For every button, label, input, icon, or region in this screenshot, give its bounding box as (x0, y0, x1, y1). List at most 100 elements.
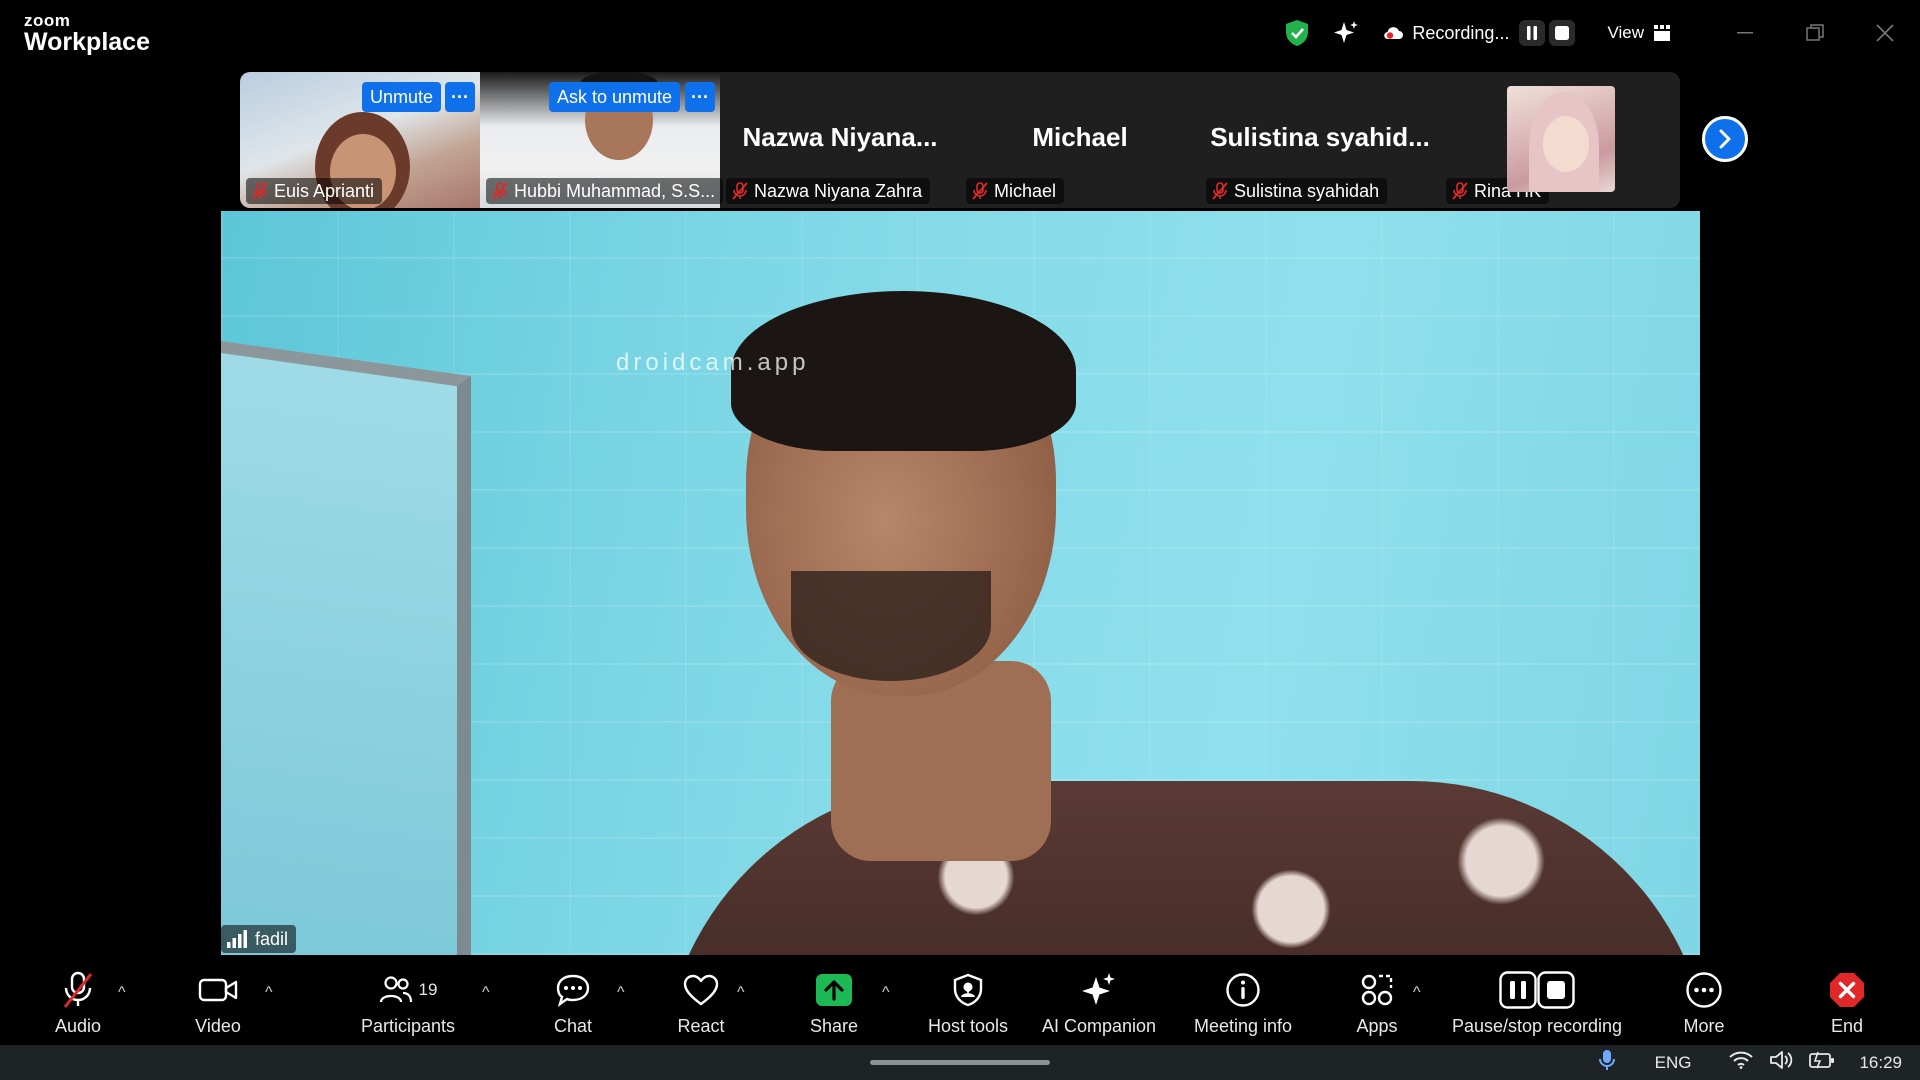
meeting-controls-toolbar: Audio ^ Video ^ 19 Participants ^ Chat ^… (0, 956, 1920, 1045)
minimize-icon (1737, 32, 1753, 34)
stop-icon (1555, 26, 1570, 40)
zoom-workplace-logo: zoom Workplace (24, 12, 150, 55)
muted-microphone-icon (63, 971, 93, 1008)
participants-label: Participants (360, 1016, 456, 1036)
stop-recording-button[interactable] (1549, 20, 1576, 46)
minimize-window-button[interactable] (1710, 0, 1780, 66)
next-page-button[interactable] (1702, 116, 1748, 162)
meeting-info-label: Meeting info (1193, 1016, 1293, 1036)
participant-name: Hubbi Muhammad, S.S... (514, 180, 716, 201)
active-speaker-video[interactable]: droidcam.app fadil (221, 211, 1700, 955)
muted-mic-icon (972, 182, 988, 200)
participant-name-tag: Hubbi Muhammad, S.S... (486, 178, 724, 204)
chat-label: Chat (553, 1016, 593, 1036)
ai-companion-sparkle-icon (1082, 973, 1115, 1005)
share-options-caret-icon[interactable]: ^ (882, 984, 890, 1002)
photo-face (1543, 116, 1589, 172)
participant-name: Sulistina syahidah (1234, 180, 1380, 201)
volume-icon[interactable] (1769, 1050, 1793, 1075)
tile-more-button[interactable]: ··· (445, 82, 475, 112)
more-button[interactable]: More (1680, 956, 1728, 1045)
view-button[interactable]: View (1607, 23, 1670, 43)
chat-button[interactable]: Chat (550, 956, 596, 1045)
view-label: View (1607, 23, 1644, 42)
logo-brand-large: Workplace (24, 28, 150, 56)
speaker-name-tag: fadil (221, 925, 297, 953)
ask-to-unmute-button[interactable]: Ask to unmute (549, 82, 681, 112)
input-language-indicator[interactable]: ENG (1655, 1053, 1692, 1073)
pause-stop-recording-label: Pause/stop recording (1451, 1016, 1623, 1036)
video-options-caret-icon[interactable]: ^ (265, 984, 273, 1002)
tile-more-button[interactable]: ··· (685, 82, 715, 112)
participant-tile[interactable]: Sulistina syahid... Sulistina syahidah (1200, 72, 1440, 208)
end-label: End (1830, 1016, 1864, 1036)
encryption-shield-icon[interactable] (1284, 19, 1310, 47)
apps-label: Apps (1356, 1016, 1398, 1036)
pause-stop-recording-button[interactable]: Pause/stop recording (1448, 956, 1626, 1045)
ai-sparkle-icon[interactable] (1332, 19, 1360, 47)
cloud-recording-icon (1382, 25, 1404, 41)
react-button[interactable]: React (675, 956, 727, 1045)
participant-tile[interactable]: Nazwa Niyana... Nazwa Niyana Zahra (720, 72, 960, 208)
share-button[interactable]: Share (806, 956, 862, 1045)
host-shield-icon (953, 973, 983, 1007)
participants-count: 19 (418, 980, 438, 999)
apps-options-caret-icon[interactable]: ^ (1413, 984, 1421, 1002)
heart-icon (683, 974, 719, 1006)
participant-name-tag: Nazwa Niyana Zahra (726, 178, 931, 204)
signal-strength-icon (227, 930, 247, 948)
pause-stop-recording-icon (1499, 971, 1575, 1009)
participant-name-tag: Euis Aprianti (246, 178, 383, 204)
participant-tile[interactable]: Michael Michael (960, 72, 1200, 208)
system-tray: ENG 16:29 (1598, 1045, 1902, 1080)
audio-options-caret-icon[interactable]: ^ (118, 984, 126, 1002)
video-label: Video (195, 1016, 241, 1036)
restore-window-button[interactable] (1780, 0, 1850, 66)
muted-mic-icon (492, 182, 508, 200)
participants-button[interactable]: 19 Participants (356, 956, 460, 1045)
participant-display-name: Sulistina syahid... (1210, 122, 1430, 152)
info-icon (1226, 973, 1260, 1007)
participant-name: Euis Aprianti (274, 180, 375, 201)
video-door (221, 341, 471, 955)
react-options-caret-icon[interactable]: ^ (737, 984, 745, 1002)
apps-button[interactable]: Apps (1352, 956, 1402, 1045)
participant-name: Nazwa Niyana Zahra (754, 180, 923, 201)
more-ellipsis-icon (1686, 972, 1722, 1008)
participant-tile[interactable]: Ask to unmute ··· Hubbi Muhammad, S.S... (480, 72, 724, 208)
audio-label: Audio (54, 1016, 102, 1036)
close-window-button[interactable] (1850, 0, 1920, 66)
video-camera-icon (198, 978, 238, 1002)
speaker-beard (791, 571, 991, 681)
more-label: More (1683, 1016, 1725, 1036)
share-screen-icon (816, 974, 852, 1006)
battery-charging-icon[interactable] (1809, 1051, 1835, 1074)
microphone-in-use-icon[interactable] (1598, 1049, 1615, 1076)
muted-mic-icon (252, 182, 268, 200)
clock[interactable]: 16:29 (1859, 1053, 1902, 1073)
end-meeting-button[interactable]: End (1826, 956, 1868, 1045)
audio-button[interactable]: Audio (40, 956, 116, 1045)
chevron-right-icon (1719, 129, 1731, 149)
home-gesture-bar[interactable] (870, 1060, 1050, 1065)
participant-name-tag: Sulistina syahidah (1206, 178, 1388, 204)
apps-icon (1361, 974, 1393, 1006)
muted-mic-icon (1212, 182, 1228, 200)
restore-icon (1806, 24, 1824, 41)
chat-bubble-icon (556, 974, 590, 1007)
participant-display-name: Nazwa Niyana... (742, 122, 938, 152)
participant-tile[interactable]: Unmute ··· Euis Aprianti (240, 72, 480, 208)
react-label: React (677, 1016, 725, 1036)
host-tools-button[interactable]: Host tools (922, 956, 1014, 1045)
end-meeting-icon (1830, 973, 1864, 1007)
ai-companion-button[interactable]: AI Companion (1038, 956, 1160, 1045)
video-button[interactable]: Video (188, 956, 248, 1045)
pause-recording-button[interactable] (1519, 20, 1546, 46)
meeting-info-button[interactable]: Meeting info (1186, 956, 1300, 1045)
participants-options-caret-icon[interactable]: ^ (482, 984, 490, 1002)
muted-mic-icon (1452, 182, 1468, 200)
grid-icon (1654, 25, 1670, 41)
chat-options-caret-icon[interactable]: ^ (617, 984, 625, 1002)
wifi-icon[interactable] (1729, 1051, 1754, 1074)
unmute-button[interactable]: Unmute (362, 82, 442, 112)
